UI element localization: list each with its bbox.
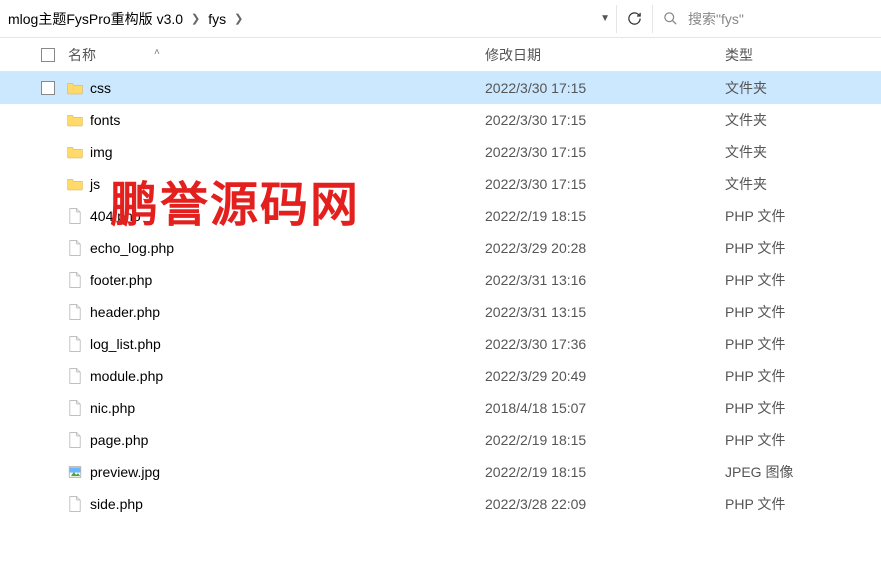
file-type: JPEG 图像 [721, 462, 881, 482]
file-type: PHP 文件 [721, 206, 881, 226]
breadcrumb-seg-2[interactable]: fys [208, 11, 226, 27]
table-row[interactable]: header.php2022/3/31 13:15PHP 文件 [0, 296, 881, 328]
file-type: PHP 文件 [721, 270, 881, 290]
file-date: 2022/3/30 17:15 [481, 112, 721, 128]
file-name: img [86, 144, 481, 160]
table-row[interactable]: preview.jpg2022/2/19 18:15JPEG 图像 [0, 456, 881, 488]
file-name: js [86, 176, 481, 192]
file-type: 文件夹 [721, 142, 881, 162]
table-row[interactable]: echo_log.php2022/3/29 20:28PHP 文件 [0, 232, 881, 264]
table-row[interactable]: nic.php2018/4/18 15:07PHP 文件 [0, 392, 881, 424]
file-type: PHP 文件 [721, 366, 881, 386]
search-box[interactable]: 搜索"fys" [652, 5, 877, 33]
column-header-type[interactable]: 类型 [721, 45, 881, 65]
table-row[interactable]: 404.php2022/2/19 18:15PHP 文件 [0, 200, 881, 232]
table-row[interactable]: side.php2022/3/28 22:09PHP 文件 [0, 488, 881, 520]
select-all-checkbox[interactable] [32, 48, 64, 62]
refresh-icon [627, 11, 642, 26]
file-name: side.php [86, 496, 481, 512]
table-row[interactable]: img2022/3/30 17:15文件夹 [0, 136, 881, 168]
file-date: 2022/3/30 17:15 [481, 80, 721, 96]
file-date: 2022/3/31 13:15 [481, 304, 721, 320]
file-type: 文件夹 [721, 110, 881, 130]
file-icon [64, 304, 86, 320]
file-name: module.php [86, 368, 481, 384]
file-name: css [86, 80, 481, 96]
file-name: footer.php [86, 272, 481, 288]
column-header-name[interactable]: 名称 ˄ [64, 45, 481, 65]
file-icon [64, 208, 86, 224]
file-type: PHP 文件 [721, 494, 881, 514]
file-date: 2022/3/30 17:15 [481, 144, 721, 160]
folder-icon [64, 113, 86, 127]
file-date: 2022/2/19 18:15 [481, 432, 721, 448]
table-row[interactable]: footer.php2022/3/31 13:16PHP 文件 [0, 264, 881, 296]
table-row[interactable]: fonts2022/3/30 17:15文件夹 [0, 104, 881, 136]
file-name: log_list.php [86, 336, 481, 352]
chevron-right-icon: ❯ [234, 12, 243, 25]
table-row[interactable]: log_list.php2022/3/30 17:36PHP 文件 [0, 328, 881, 360]
column-header-row: 名称 ˄ 修改日期 类型 [0, 38, 881, 72]
file-date: 2022/3/30 17:36 [481, 336, 721, 352]
search-icon [663, 11, 678, 26]
file-type: PHP 文件 [721, 334, 881, 354]
file-type: 文件夹 [721, 174, 881, 194]
chevron-down-icon[interactable]: ▼ [600, 13, 610, 24]
file-type: PHP 文件 [721, 430, 881, 450]
file-date: 2022/2/19 18:15 [481, 464, 721, 480]
file-icon [64, 240, 86, 256]
file-name: nic.php [86, 400, 481, 416]
file-icon [64, 336, 86, 352]
address-toolbar: mlog主题FysPro重构版 v3.0 ❯ fys ❯ ▼ 搜索"fys" [0, 0, 881, 38]
file-list: css2022/3/30 17:15文件夹fonts2022/3/30 17:1… [0, 72, 881, 520]
file-type: 文件夹 [721, 78, 881, 98]
file-date: 2022/3/30 17:15 [481, 176, 721, 192]
file-name: fonts [86, 112, 481, 128]
folder-icon [64, 177, 86, 191]
file-date: 2018/4/18 15:07 [481, 400, 721, 416]
file-name: 404.php [86, 208, 481, 224]
file-type: PHP 文件 [721, 302, 881, 322]
file-name: page.php [86, 432, 481, 448]
breadcrumb[interactable]: mlog主题FysPro重构版 v3.0 ❯ fys ❯ ▼ [4, 9, 616, 29]
file-name: preview.jpg [86, 464, 481, 480]
file-date: 2022/3/29 20:49 [481, 368, 721, 384]
table-row[interactable]: page.php2022/2/19 18:15PHP 文件 [0, 424, 881, 456]
chevron-right-icon: ❯ [191, 12, 200, 25]
table-row[interactable]: js2022/3/30 17:15文件夹 [0, 168, 881, 200]
file-date: 2022/3/29 20:28 [481, 240, 721, 256]
table-row[interactable]: module.php2022/3/29 20:49PHP 文件 [0, 360, 881, 392]
file-name: header.php [86, 304, 481, 320]
folder-icon [64, 145, 86, 159]
file-icon [64, 400, 86, 416]
file-icon [64, 368, 86, 384]
breadcrumb-seg-1[interactable]: mlog主题FysPro重构版 v3.0 [8, 9, 183, 29]
file-type: PHP 文件 [721, 238, 881, 258]
file-date: 2022/2/19 18:15 [481, 208, 721, 224]
file-name: echo_log.php [86, 240, 481, 256]
file-date: 2022/3/28 22:09 [481, 496, 721, 512]
file-icon [64, 272, 86, 288]
image-icon [64, 464, 86, 480]
table-row[interactable]: css2022/3/30 17:15文件夹 [0, 72, 881, 104]
file-icon [64, 432, 86, 448]
refresh-button[interactable] [616, 5, 652, 33]
folder-icon [64, 81, 86, 95]
file-icon [64, 496, 86, 512]
file-date: 2022/3/31 13:16 [481, 272, 721, 288]
sort-indicator-icon: ˄ [154, 47, 160, 58]
column-header-date[interactable]: 修改日期 [481, 45, 721, 65]
row-checkbox[interactable] [32, 81, 64, 95]
file-type: PHP 文件 [721, 398, 881, 418]
search-placeholder: 搜索"fys" [688, 9, 744, 29]
